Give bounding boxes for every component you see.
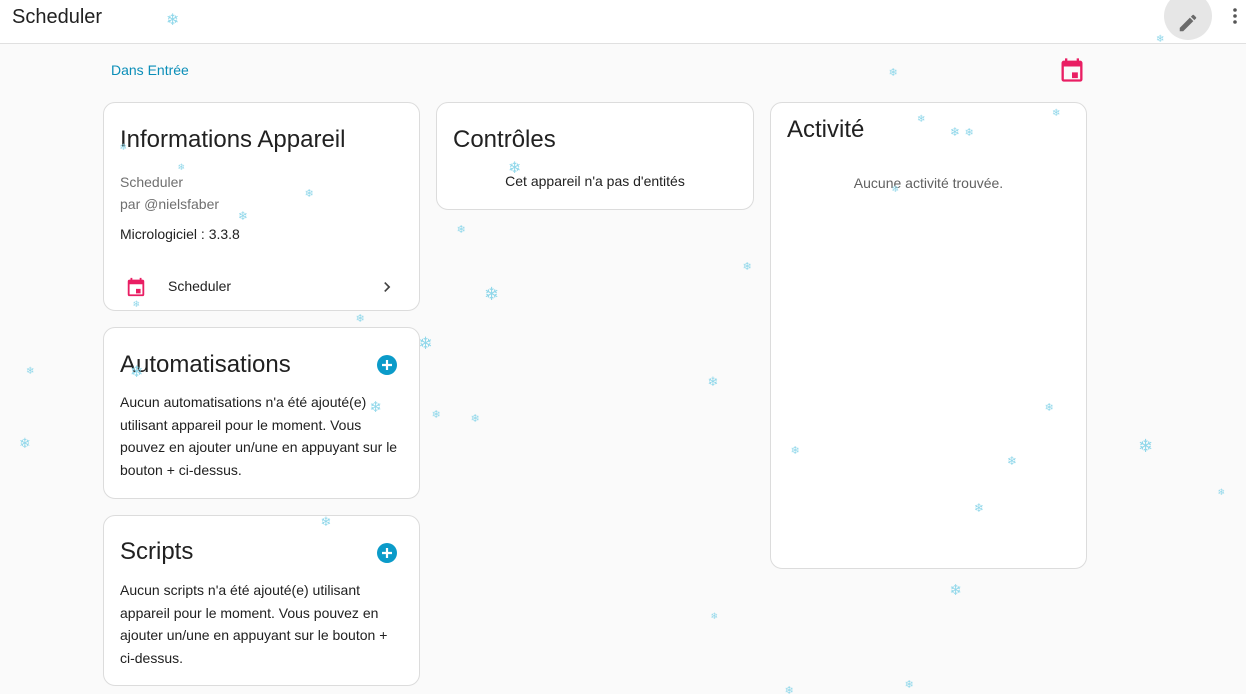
activity-card: Activité Aucune activité trouvée. bbox=[770, 102, 1087, 569]
chevron-right-icon bbox=[384, 282, 391, 292]
snowflake-icon: ❄ bbox=[431, 407, 441, 421]
snowflake-icon: ❄ bbox=[456, 222, 466, 236]
scripts-title: Scripts bbox=[120, 538, 194, 565]
controls-empty-text: Cet appareil n'a pas d'entités bbox=[505, 173, 685, 189]
snowflake-icon: ❄ bbox=[949, 580, 963, 599]
calendar-icon bbox=[1061, 58, 1083, 82]
snowflake-icon: ❄ bbox=[177, 162, 186, 173]
device-model: Scheduler bbox=[120, 174, 184, 190]
add-automation-button[interactable] bbox=[377, 355, 397, 375]
snowflake-icon: ❄ bbox=[369, 397, 383, 416]
snowflake-icon: ❄ bbox=[304, 186, 314, 200]
area-link[interactable]: Dans Entrée bbox=[111, 62, 189, 78]
device-firmware: Micrologiciel : 3.3.8 bbox=[120, 226, 240, 242]
snowflake-icon: ❄ bbox=[964, 125, 974, 139]
snowflake-icon: ❄ bbox=[19, 436, 31, 452]
controls-card: Contrôles Cet appareil n'a pas d'entités bbox=[436, 102, 754, 210]
more-options-button[interactable] bbox=[1224, 2, 1246, 30]
snowflake-icon: ❄ bbox=[418, 333, 433, 354]
snowflake-icon: ❄ bbox=[1138, 436, 1154, 457]
snowflake-icon: ❄ bbox=[1052, 108, 1061, 119]
snowflake-icon: ❄ bbox=[1044, 400, 1054, 414]
device-author: par @nielsfaber bbox=[120, 196, 220, 212]
top-app-bar: Scheduler bbox=[0, 0, 1246, 44]
snowflake-icon: ❄ bbox=[790, 443, 800, 457]
snowflake-icon: ❄ bbox=[470, 411, 480, 425]
activity-title: Activité bbox=[787, 116, 865, 143]
snowflake-icon: ❄ bbox=[320, 514, 332, 530]
snowflake-icon: ❄ bbox=[508, 158, 522, 177]
snowflake-icon: ❄ bbox=[742, 259, 752, 273]
controls-title: Contrôles bbox=[453, 126, 556, 153]
snowflake-icon: ❄ bbox=[784, 683, 794, 694]
snowflake-icon: ❄ bbox=[1217, 487, 1226, 498]
snowflake-icon: ❄ bbox=[974, 501, 985, 515]
snowflake-icon: ❄ bbox=[1007, 454, 1018, 468]
snowflake-icon: ❄ bbox=[917, 114, 926, 125]
snowflake-icon: ❄ bbox=[1156, 34, 1165, 45]
calendar-icon bbox=[127, 277, 145, 297]
page-title: Scheduler bbox=[12, 6, 103, 28]
scripts-card: Scripts Aucun scripts n'a été ajouté(e) … bbox=[103, 515, 420, 686]
snowflake-icon: ❄ bbox=[26, 366, 35, 377]
activity-empty-text: Aucune activité trouvée. bbox=[853, 175, 1004, 191]
snowflake-icon: ❄ bbox=[130, 362, 144, 381]
integration-label: Scheduler bbox=[168, 278, 232, 294]
scripts-empty-text: Aucun scripts n'a été ajouté(e) utilisan… bbox=[120, 582, 388, 666]
plus-icon bbox=[382, 548, 392, 558]
snowflake-icon: ❄ bbox=[166, 10, 180, 29]
add-script-button[interactable] bbox=[377, 543, 397, 563]
snowflake-icon: ❄ bbox=[484, 284, 500, 305]
dots-vertical-icon bbox=[1233, 8, 1237, 24]
edit-button[interactable] bbox=[1164, 0, 1212, 40]
pencil-icon bbox=[1179, 14, 1197, 32]
snowflake-icon: ❄ bbox=[710, 611, 719, 622]
snowflake-icon: ❄ bbox=[707, 374, 719, 390]
snowflake-icon: ❄ bbox=[238, 209, 249, 223]
plus-icon bbox=[382, 360, 392, 370]
snowflake-icon: ❄ bbox=[950, 125, 961, 139]
automations-empty-text: Aucun automatisations n'a été ajouté(e) … bbox=[120, 394, 398, 478]
device-info-title: Informations Appareil bbox=[120, 126, 346, 153]
snowflake-icon: ❄ bbox=[891, 184, 900, 195]
snowflake-icon: ❄ bbox=[132, 299, 141, 310]
snowflake-icon: ❄ bbox=[888, 65, 898, 79]
snowflake-icon: ❄ bbox=[119, 142, 128, 153]
automations-title: Automatisations bbox=[120, 351, 291, 378]
snowflake-icon: ❄ bbox=[355, 311, 365, 325]
snowflake-icon: ❄ bbox=[904, 677, 914, 691]
integration-row[interactable]: Scheduler bbox=[104, 263, 419, 311]
device-info-card: Informations Appareil Scheduler par @nie… bbox=[103, 102, 420, 311]
